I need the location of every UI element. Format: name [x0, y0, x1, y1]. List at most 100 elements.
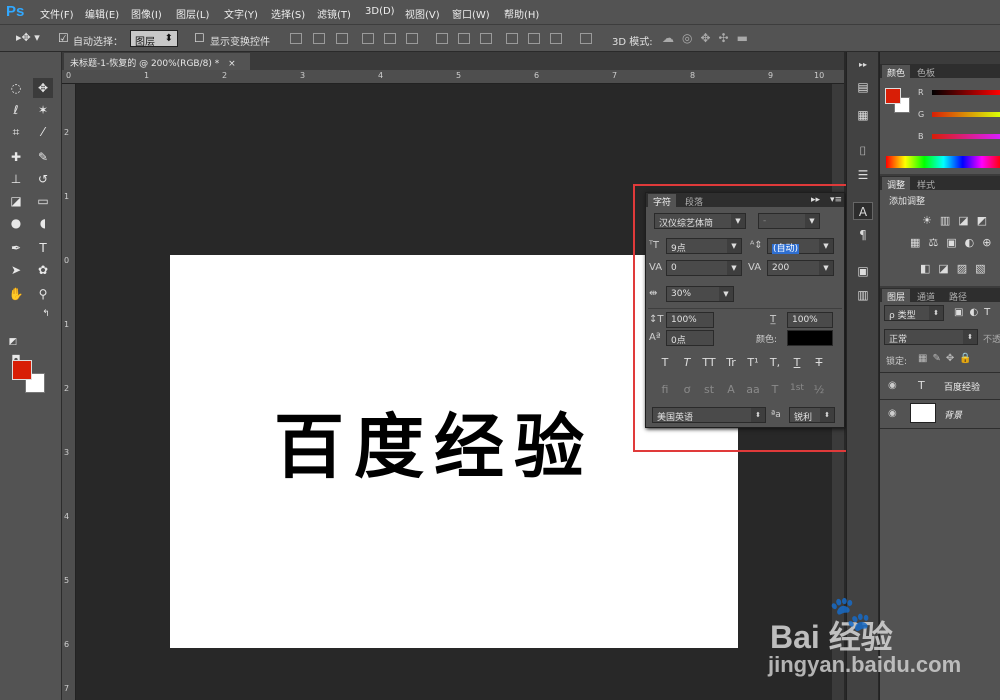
blue-slider[interactable]: [932, 134, 1000, 139]
pen-icon[interactable]: ✒: [6, 238, 26, 258]
watermark-url: jingyan.baidu.com: [768, 652, 962, 677]
divider: [880, 428, 1000, 429]
eraser-icon[interactable]: ◪: [6, 191, 26, 211]
align-left-icon[interactable]: [362, 33, 374, 44]
menu-type[interactable]: 文字(Y): [224, 6, 258, 21]
ruler-tick-label: 1: [64, 192, 70, 201]
ruler-tick-label: 3: [300, 71, 306, 80]
layer-filter-icons[interactable]: ▣◐T: [954, 307, 996, 318]
opacity-label: 不透: [983, 335, 1000, 345]
paragraph-panel-icon[interactable]: ¶: [853, 226, 873, 244]
eyedropper-icon[interactable]: ⁄: [33, 122, 53, 142]
layer-comps-icon[interactable]: ▥: [853, 286, 873, 304]
blur-icon[interactable]: ●: [6, 213, 26, 233]
blend-mode-select[interactable]: 正常 ⬍: [884, 329, 978, 345]
align-bottom-icon[interactable]: [336, 33, 348, 44]
layer-filter-select[interactable]: ρ 类型 ⬍: [884, 305, 944, 321]
document-tab[interactable]: 未标题-1-恢复的 @ 200%(RGB/8) * ×: [64, 53, 250, 70]
layer-name[interactable]: 背景: [944, 408, 962, 421]
menu-window[interactable]: 窗口(W): [452, 6, 490, 21]
foreground-color-swatch[interactable]: [12, 360, 32, 380]
close-icon[interactable]: ×: [228, 59, 236, 69]
lasso-icon[interactable]: ℓ: [6, 100, 26, 120]
menu-file[interactable]: 文件(F): [40, 6, 74, 21]
ruler-tick-label: 5: [64, 576, 70, 585]
actions-icon[interactable]: ▣: [853, 262, 873, 280]
history-brush-icon[interactable]: ↺: [33, 169, 53, 189]
menu-edit[interactable]: 编辑(E): [85, 6, 119, 21]
align-vcenter-icon[interactable]: [313, 33, 325, 44]
menu-help[interactable]: 帮助(H): [504, 6, 539, 21]
toolbox: ◌ ✥ ℓ ✶ ⌗ ⁄ ✚ ✎ ⊥ ↺ ◪ ▭ ● ◖ ✒ T ➤ ✿ ✋ ⚲ …: [0, 52, 62, 700]
hand-icon[interactable]: ✋: [6, 284, 26, 304]
menu-image[interactable]: 图像(I): [131, 6, 162, 21]
tab-swatches[interactable]: 色板: [912, 65, 940, 79]
auto-align-icon[interactable]: [580, 33, 592, 44]
brush-icon[interactable]: ✎: [33, 147, 53, 167]
menu-select[interactable]: 选择(S): [271, 6, 305, 21]
align-hcenter-icon[interactable]: [384, 33, 396, 44]
distribute-vcenter-icon[interactable]: [458, 33, 470, 44]
green-slider[interactable]: [932, 112, 1000, 117]
brush-presets-icon[interactable]: ☰: [853, 166, 873, 184]
menu-layer[interactable]: 图层(L): [176, 6, 209, 21]
layer-row[interactable]: ◉ 背景: [880, 400, 1000, 428]
dodge-icon[interactable]: ◖: [33, 213, 53, 233]
layer-row[interactable]: ◉ T 百度经验: [880, 373, 1000, 399]
adjustments-panel: 添加调整 ☀▥◪◩ ▦⚖▣◐⊕ ◧◪▨▧: [880, 190, 1000, 286]
magic-wand-icon[interactable]: ✶: [33, 100, 53, 120]
eye-icon[interactable]: ◉: [888, 408, 897, 419]
zoom-icon[interactable]: ⚲: [33, 284, 53, 304]
align-right-icon[interactable]: [406, 33, 418, 44]
gradient-icon[interactable]: ▭: [33, 191, 53, 211]
tab-layers[interactable]: 图层: [882, 289, 911, 303]
brush-panel-icon[interactable]: ⌷: [853, 142, 873, 160]
clone-stamp-icon[interactable]: ⊥: [6, 169, 26, 189]
adjustment-icons-row-3[interactable]: ◧◪▨▧: [920, 262, 994, 275]
tab-channels[interactable]: 通道: [912, 289, 940, 303]
color-panel: R G B: [880, 78, 1000, 174]
canvas-text-layer[interactable]: 百度经验: [274, 391, 594, 492]
type-icon[interactable]: T: [33, 238, 53, 258]
tab-adjustments[interactable]: 调整: [882, 177, 911, 191]
swap-colors-icon[interactable]: ↰: [36, 304, 56, 324]
default-colors-icon[interactable]: ◩: [3, 332, 23, 352]
eye-icon[interactable]: ◉: [888, 380, 897, 391]
crop-icon[interactable]: ⌗: [6, 122, 26, 142]
shape-icon[interactable]: ✿: [33, 260, 53, 280]
layers-panel: ρ 类型 ⬍ ▣◐T 正常 ⬍ 不透 锁定: ▦✎✥🔒 ◉ T 百度经验 ◉ 背景: [880, 302, 1000, 700]
distribute-right-icon[interactable]: [550, 33, 562, 44]
auto-select-dropdown[interactable]: 图层 ⬍: [130, 30, 178, 48]
menu-view[interactable]: 视图(V): [405, 6, 440, 21]
rectangle-marquee-icon[interactable]: ◌: [6, 78, 26, 98]
collapse-dock-icon[interactable]: ▸▸: [853, 56, 873, 74]
red-slider[interactable]: [932, 90, 1000, 95]
move-tool-icon[interactable]: ▸✥ ▾: [16, 31, 40, 44]
path-select-icon[interactable]: ➤: [6, 260, 26, 280]
adjustment-icons-row-2[interactable]: ▦⚖▣◐⊕: [910, 236, 999, 249]
color-fg-swatch[interactable]: [885, 88, 901, 104]
healing-brush-icon[interactable]: ✚: [6, 147, 26, 167]
distribute-bottom-icon[interactable]: [480, 33, 492, 44]
show-transform-checkbox[interactable]: ☐: [194, 31, 205, 45]
tab-styles[interactable]: 样式: [912, 177, 940, 191]
lock-icons[interactable]: ▦✎✥🔒: [918, 353, 977, 364]
tab-paths[interactable]: 路径: [944, 289, 972, 303]
distribute-top-icon[interactable]: [436, 33, 448, 44]
menu-filter[interactable]: 滤镜(T): [317, 6, 351, 21]
auto-select-checkbox[interactable]: ☑: [58, 31, 69, 45]
properties-icon[interactable]: ▦: [853, 106, 873, 124]
right-panels: 颜色 色板 R G B 调整 样式 添加调整 ☀▥◪◩ ▦⚖▣◐⊕ ◧◪▨▧ 图…: [879, 52, 1000, 700]
distribute-hcenter-icon[interactable]: [528, 33, 540, 44]
color-spectrum-bar[interactable]: [886, 156, 1000, 168]
distribute-left-icon[interactable]: [506, 33, 518, 44]
move-icon[interactable]: ✥: [33, 78, 53, 98]
menu-3d[interactable]: 3D(D): [365, 6, 395, 17]
adjustment-icons-row-1[interactable]: ☀▥◪◩: [922, 214, 995, 227]
tab-color[interactable]: 颜色: [882, 65, 911, 79]
layer-name[interactable]: 百度经验: [944, 380, 980, 393]
history-icon[interactable]: ▤: [853, 78, 873, 96]
3d-mode-icons[interactable]: ☁◎✥✣▬: [662, 31, 756, 45]
character-panel-icon[interactable]: A: [853, 202, 873, 220]
align-top-icon[interactable]: [290, 33, 302, 44]
